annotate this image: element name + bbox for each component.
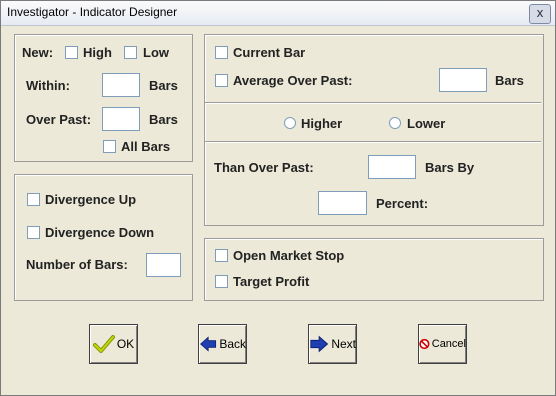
lower-radio[interactable]	[389, 117, 401, 129]
average-over-past-input[interactable]	[439, 68, 487, 92]
within-input[interactable]	[102, 73, 140, 97]
low-checkbox[interactable]	[124, 46, 137, 59]
separator-top	[205, 102, 541, 103]
dialog-window: Investigator - Indicator Designer x New:…	[0, 0, 556, 396]
high-checkbox[interactable]	[65, 46, 78, 59]
within-bars-label: Bars	[149, 78, 178, 93]
than-over-past-label: Than Over Past:	[214, 160, 314, 175]
price-comparison-panel	[204, 34, 544, 226]
average-bars-label: Bars	[495, 73, 524, 88]
within-label: Within:	[26, 78, 70, 93]
new-label: New:	[22, 45, 54, 60]
ok-label: OK	[116, 337, 135, 351]
no-symbol-icon	[419, 338, 430, 350]
high-label: High	[83, 45, 112, 60]
separator-middle	[205, 141, 541, 142]
than-over-past-input[interactable]	[368, 155, 416, 179]
arrow-right-icon	[310, 335, 329, 353]
next-button[interactable]: Next	[308, 324, 357, 364]
ok-button[interactable]: OK	[89, 324, 138, 364]
divergence-down-checkbox[interactable]	[27, 226, 40, 239]
percent-input[interactable]	[318, 191, 367, 215]
over-past-bars-label: Bars	[149, 112, 178, 127]
next-label: Next	[331, 337, 356, 351]
all-bars-checkbox[interactable]	[103, 140, 116, 153]
number-of-bars-label: Number of Bars:	[26, 257, 128, 272]
open-market-stop-label: Open Market Stop	[233, 248, 345, 263]
back-button[interactable]: Back	[198, 324, 247, 364]
all-bars-label: All Bars	[121, 139, 171, 154]
higher-radio[interactable]	[284, 117, 296, 129]
close-button[interactable]: x	[529, 4, 551, 24]
lower-label: Lower	[407, 116, 446, 131]
current-bar-checkbox[interactable]	[215, 46, 228, 59]
close-icon: x	[536, 5, 544, 20]
divergence-up-label: Divergence Up	[45, 192, 137, 207]
checkmark-icon	[92, 335, 115, 353]
low-label: Low	[143, 45, 169, 60]
over-past-input[interactable]	[102, 107, 140, 131]
bars-by-label: Bars By	[425, 160, 475, 175]
arrow-left-icon	[200, 336, 217, 352]
average-over-past-checkbox[interactable]	[215, 74, 228, 87]
open-market-stop-checkbox[interactable]	[215, 249, 228, 262]
cancel-label: Cancel	[431, 338, 466, 350]
divergence-up-checkbox[interactable]	[27, 193, 40, 206]
window-title: Investigator - Indicator Designer	[7, 5, 178, 19]
average-over-past-label: Average Over Past:	[233, 73, 353, 88]
back-label: Back	[219, 337, 246, 351]
higher-label: Higher	[301, 116, 343, 131]
over-past-label: Over Past:	[26, 112, 92, 127]
target-profit-label: Target Profit	[233, 274, 310, 289]
number-of-bars-input[interactable]	[146, 253, 181, 277]
cancel-button[interactable]: Cancel	[418, 324, 467, 364]
current-bar-label: Current Bar	[233, 45, 306, 60]
percent-label: Percent:	[376, 196, 429, 211]
target-profit-checkbox[interactable]	[215, 275, 228, 288]
divergence-down-label: Divergence Down	[45, 225, 155, 240]
title-bar: Investigator - Indicator Designer x	[1, 1, 555, 26]
